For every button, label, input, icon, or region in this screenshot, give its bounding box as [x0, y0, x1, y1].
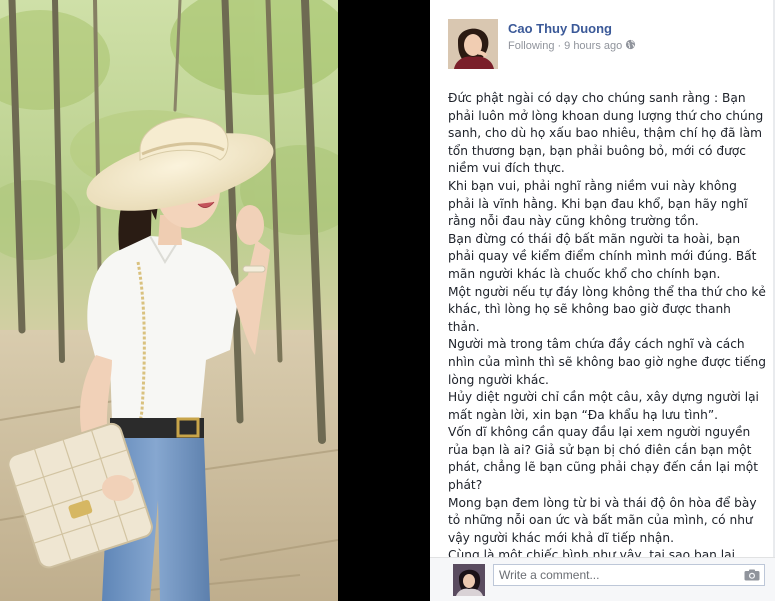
post-paragraph: Một người nếu tự đáy lòng không thể tha … [448, 284, 766, 334]
author-name-link[interactable]: Cao Thuy Duong [508, 21, 612, 36]
viewer-avatar [453, 564, 485, 596]
author-avatar[interactable] [448, 19, 498, 69]
following-label[interactable]: Following [508, 40, 554, 52]
post-paragraph: Hủy diệt người chỉ cần một câu, xây dựng… [448, 390, 759, 422]
photo-stage [0, 0, 430, 601]
post-paragraph: Bạn đừng có thái độ bất mãn người ta hoà… [448, 231, 757, 281]
camera-icon[interactable] [744, 569, 760, 581]
post-paragraph: Người mà trong tâm chứa đầy cách nghĩ và… [448, 337, 766, 387]
comment-input[interactable] [493, 564, 765, 586]
post-paragraph: Mong bạn đem lòng từ bi và thái độ ôn hò… [448, 495, 757, 545]
post-timestamp[interactable]: 9 hours ago [564, 40, 622, 52]
post-body: Đức phật ngài có dạy cho chúng sanh rằng… [448, 90, 766, 600]
post-photo[interactable] [0, 0, 338, 601]
post-meta: Following · 9 hours ago [508, 39, 636, 52]
meta-separator: · [557, 40, 562, 52]
comment-bar [430, 557, 775, 601]
globe-icon[interactable] [625, 39, 636, 50]
post-paragraph: Khi bạn vui, phải nghĩ rằng niềm vui này… [448, 178, 748, 229]
post-panel: Cao Thuy Duong Following · 9 hours ago Đức… [430, 0, 775, 601]
post-paragraph: Đức phật ngài có dạy cho chúng sanh rằng… [448, 91, 764, 176]
post-paragraph: Vốn dĩ không cần quay đầu lại xem người … [448, 425, 758, 493]
